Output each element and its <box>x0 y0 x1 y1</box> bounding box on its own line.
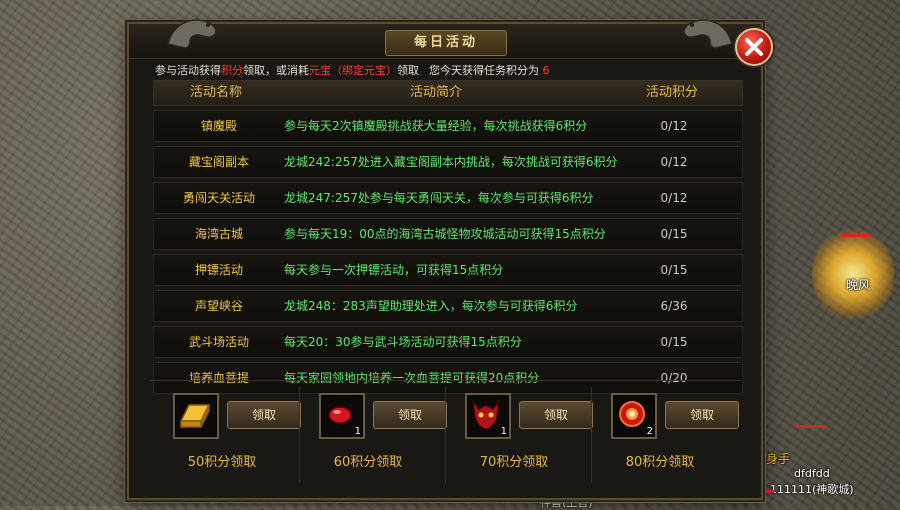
activity-desc: 参与每天19：00点的海湾古城怪物攻城活动可获得15点积分 <box>284 227 606 241</box>
claim-button[interactable]: 领取 <box>665 401 739 429</box>
reward-item: 1 领取 60积分领取 <box>295 381 447 489</box>
reward-count: 2 <box>646 426 653 437</box>
window-title: 每日活动 <box>385 30 507 56</box>
activity-score: 0/15 <box>660 227 688 241</box>
right-player-aura[interactable] <box>812 228 894 320</box>
reward-count: 1 <box>500 426 507 437</box>
claim-button[interactable]: 领取 <box>373 401 447 429</box>
activity-score: 0/12 <box>660 119 688 133</box>
claim-button[interactable]: 领取 <box>519 401 593 429</box>
activity-name: 镇魔殿 <box>200 119 237 133</box>
activity-table: 活动名称 活动简介 活动积分 镇魔殿 参与每天2次镇魔殿挑战获大量经验，每次挑战… <box>153 80 743 394</box>
right-dragon-ornament-icon <box>683 19 733 49</box>
intro-part-2: 领取，或消耗 <box>243 64 309 77</box>
activity-name: 海湾古城 <box>194 227 243 241</box>
reward-section: 领取 50积分领取 1 领取 60积分领取 1 领取 70积分领取 2 领取 8… <box>149 380 741 489</box>
activity-score: 6/36 <box>660 299 688 313</box>
fire-orb-icon <box>619 401 645 427</box>
gold-bar-icon <box>179 404 211 428</box>
table-row[interactable]: 勇闯天关活动 龙城247:257处参与每天勇闯天关，每次参与可获得6积分 0/1… <box>153 182 743 214</box>
intro-yuanbao: 元宝（绑定元宝） <box>309 64 397 77</box>
table-row[interactable]: 镇魔殿 参与每天2次镇魔殿挑战获大量经验，每次挑战获得6积分 0/12 <box>153 110 743 142</box>
header-activity-desc: 活动简介 <box>410 85 463 100</box>
activity-score: 0/12 <box>660 191 688 205</box>
close-icon <box>745 38 763 56</box>
activity-score: 0/12 <box>660 155 688 169</box>
red-gem-icon <box>328 406 352 424</box>
window-titlebar[interactable]: 每日活动 <box>129 19 761 59</box>
header-activity-name: 活动名称 <box>190 85 243 100</box>
claim-button[interactable]: 领取 <box>227 401 301 429</box>
intro-points-word: 积分 <box>221 64 243 77</box>
reward-count: 1 <box>354 426 361 437</box>
reward-points-label: 80积分领取 <box>625 455 695 470</box>
reward-points-label: 60积分领取 <box>333 455 403 470</box>
intro-part-3: 领取 <box>397 64 419 77</box>
right-player-name: 晚风 <box>846 278 871 292</box>
reward-slot[interactable] <box>173 393 219 439</box>
activity-score: 0/15 <box>660 335 688 349</box>
reward-points-label: 70积分领取 <box>479 455 549 470</box>
npc-name: dfdfdd <box>794 467 830 480</box>
npc-hp-bar <box>796 425 826 428</box>
activity-score: 0/15 <box>660 263 688 277</box>
reward-item: 1 领取 70积分领取 <box>441 381 593 489</box>
activity-desc: 龙城242:257处进入藏宝阁副本内挑战，每次挑战可获得6积分 <box>284 155 618 169</box>
table-row[interactable]: 海湾古城 参与每天19：00点的海湾古城怪物攻城活动可获得15点积分 0/15 <box>153 218 743 250</box>
activity-name: 勇闯天关活动 <box>182 191 255 205</box>
reward-slot[interactable]: 1 <box>465 393 511 439</box>
reward-slot[interactable]: 1 <box>319 393 365 439</box>
header-activity-points: 活动积分 <box>646 85 699 100</box>
activity-name: 押镖活动 <box>194 263 243 277</box>
close-button[interactable] <box>735 28 773 66</box>
npc-guild: 111111(神歌城) <box>770 483 854 496</box>
table-row[interactable]: 押镖活动 每天参与一次押镖活动，可获得15点积分 0/15 <box>153 254 743 286</box>
intro-part-4: 您今天获得任务积分为 <box>429 64 539 77</box>
table-header: 活动名称 活动简介 活动积分 <box>153 80 743 106</box>
activity-name: 藏宝阁副本 <box>188 155 249 169</box>
activity-desc: 参与每天2次镇魔殿挑战获大量经验，每次挑战获得6积分 <box>284 119 588 133</box>
daily-activity-window: 每日活动 参与活动获得积分领取，或消耗元宝（绑定元宝）领取 您今天获得任务积分为 … <box>127 19 773 500</box>
today-points-value: 6 <box>542 64 550 77</box>
activity-name: 武斗场活动 <box>188 335 249 349</box>
demon-mask-icon <box>471 398 501 430</box>
activity-desc: 每天参与一次押镖活动，可获得15点积分 <box>284 263 504 277</box>
intro-text: 参与活动获得积分领取，或消耗元宝（绑定元宝）领取 您今天获得任务积分为 6 <box>155 62 550 78</box>
table-row[interactable]: 武斗场活动 每天20：30参与武斗场活动可获得15点积分 0/15 <box>153 326 743 358</box>
npc-title: 身手 <box>766 452 791 466</box>
right-player-hp-bar <box>842 234 870 237</box>
left-dragon-ornament-icon <box>167 19 217 49</box>
activity-desc: 龙城247:257处参与每天勇闯天关，每次参与可获得6积分 <box>284 191 594 205</box>
table-row[interactable]: 藏宝阁副本 龙城242:257处进入藏宝阁副本内挑战，每次挑战可获得6积分 0/… <box>153 146 743 178</box>
reward-item: 领取 50积分领取 <box>149 381 301 489</box>
activity-desc: 龙城248：283声望助理处进入，每次参与可获得6积分 <box>284 299 578 313</box>
activity-name: 声望峡谷 <box>194 299 243 313</box>
activity-desc: 每天20：30参与武斗场活动可获得15点积分 <box>284 335 522 349</box>
reward-points-label: 50积分领取 <box>187 455 257 470</box>
reward-slot[interactable]: 2 <box>611 393 657 439</box>
intro-part-1: 参与活动获得 <box>155 64 221 77</box>
reward-item: 2 领取 80积分领取 <box>587 381 739 489</box>
table-row[interactable]: 声望峡谷 龙城248：283声望助理处进入，每次参与可获得6积分 6/36 <box>153 290 743 322</box>
